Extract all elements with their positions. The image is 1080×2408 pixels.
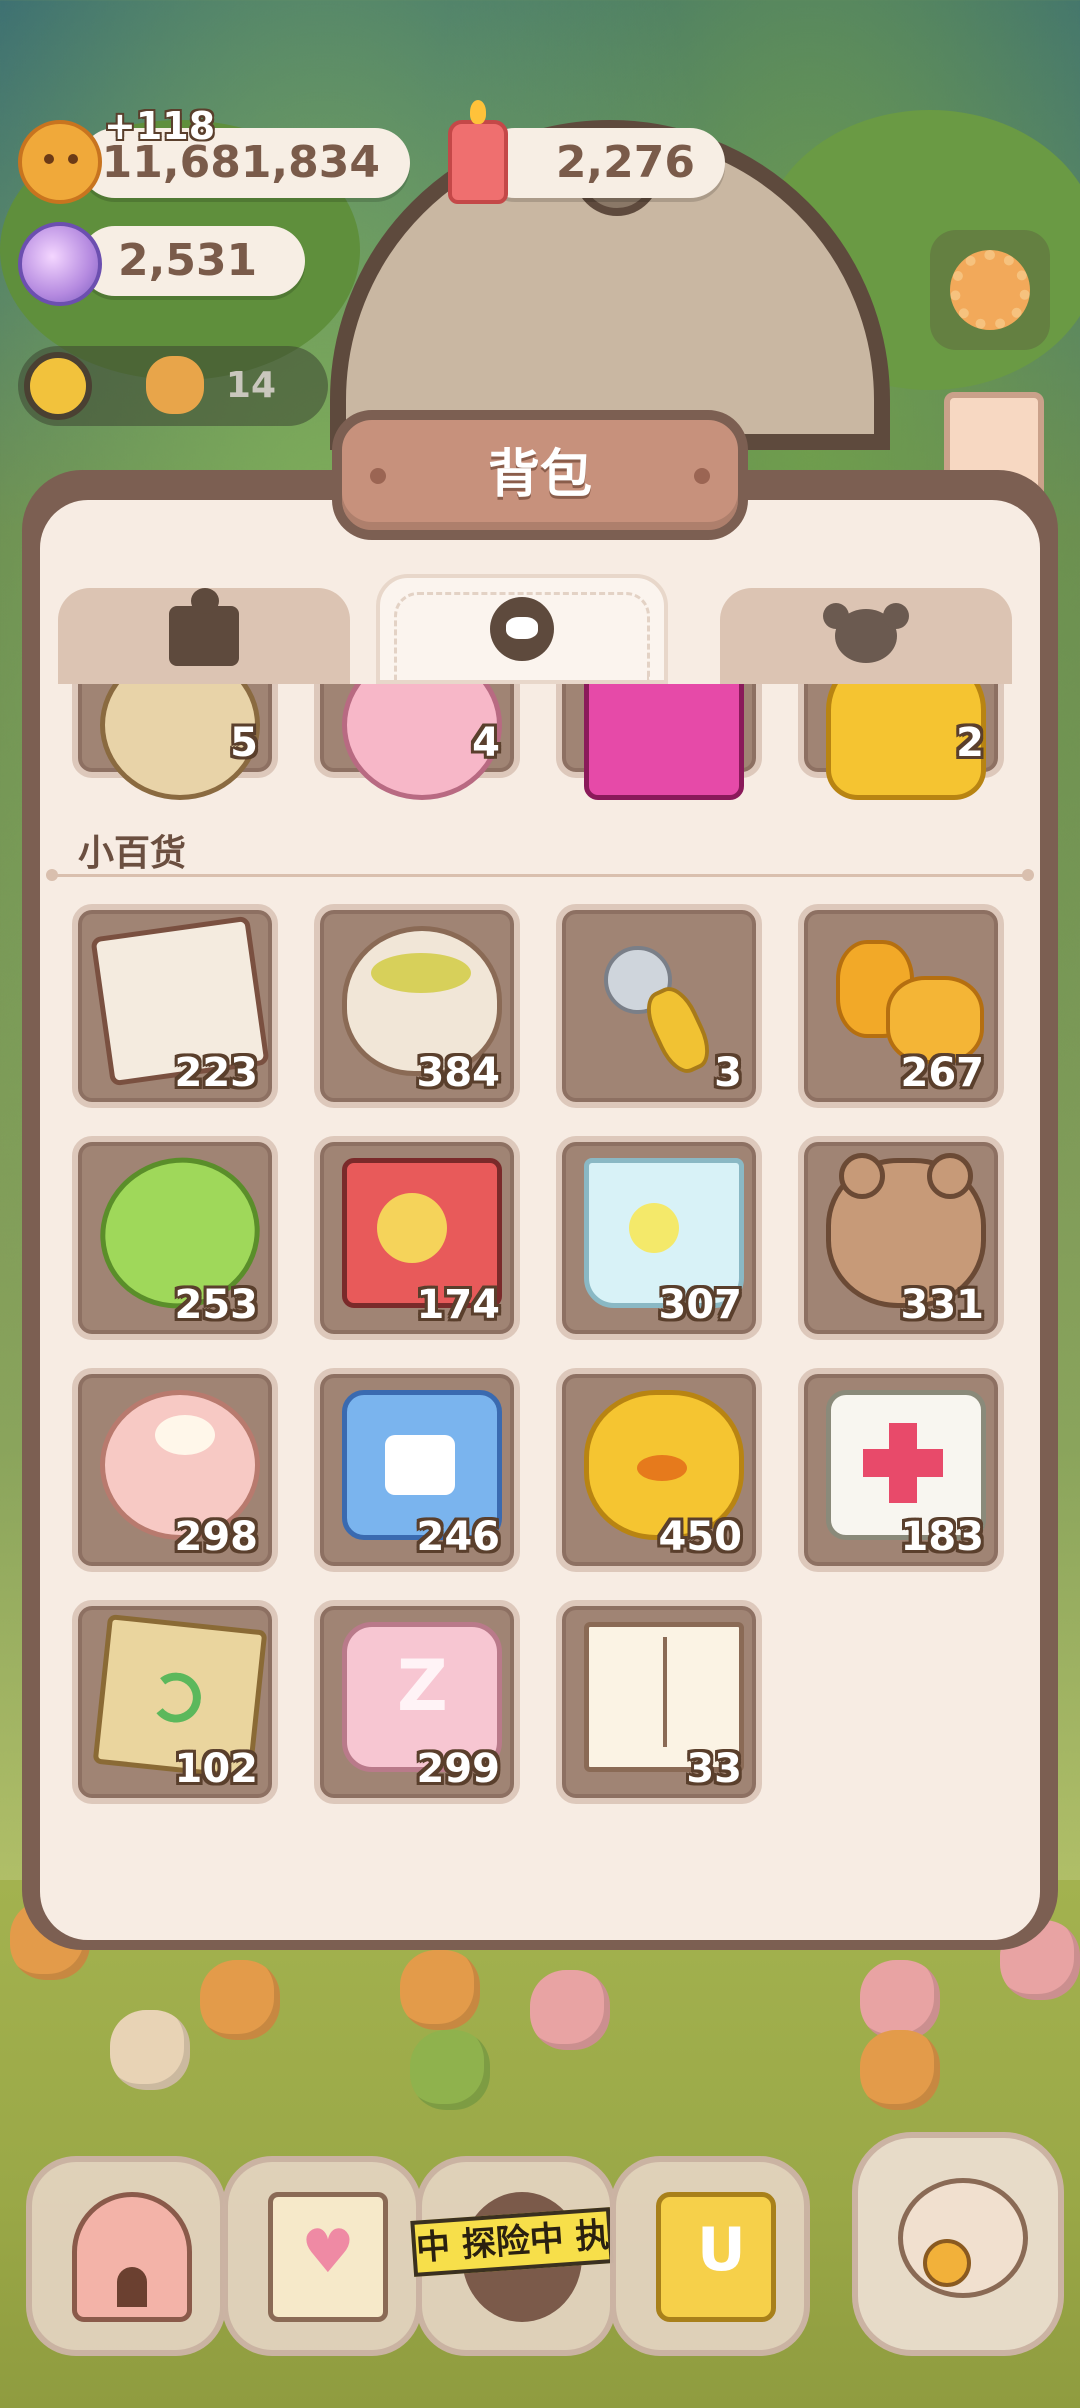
- pet-alarm-icon: [898, 2178, 1028, 2298]
- nav-pet-button[interactable]: [852, 2132, 1064, 2356]
- slippers-icon: [826, 926, 984, 1066]
- house-icon: [72, 2192, 192, 2322]
- item-count: 5: [230, 720, 258, 766]
- item-slot-lemon-water[interactable]: 307: [556, 1136, 762, 1340]
- settings-button[interactable]: [930, 230, 1050, 350]
- item-count: 307: [658, 1282, 743, 1328]
- chips-bag-icon: [584, 684, 744, 800]
- tab-pets[interactable]: [720, 588, 1012, 684]
- cookie-character-icon: [146, 356, 204, 414]
- cookie-gain-text: +118: [104, 104, 216, 148]
- gear-icon: [950, 250, 1030, 330]
- section-title: 小百货: [78, 833, 187, 874]
- cookie-character: [110, 2010, 190, 2090]
- item-slot[interactable]: [556, 684, 762, 800]
- item-count: 33: [686, 1746, 742, 1792]
- item-slot-newspaper[interactable]: 223: [72, 904, 278, 1108]
- cookie-character: [200, 1960, 280, 2040]
- notebook-icon: [268, 2192, 388, 2322]
- item-count: 3: [714, 1050, 742, 1096]
- energy-bar[interactable]: 14: [18, 346, 328, 426]
- item-count: 331: [900, 1282, 985, 1328]
- tab-items[interactable]: [58, 588, 350, 684]
- nav-shop-button[interactable]: [610, 2156, 810, 2356]
- tab-cookies[interactable]: [376, 574, 668, 684]
- candle-icon: [448, 100, 508, 204]
- item-count: 2: [956, 720, 984, 766]
- item-slot[interactable]: 5: [72, 684, 278, 800]
- item-count: 183: [900, 1514, 985, 1560]
- energy-value: 14: [225, 365, 276, 406]
- item-count: 102: [174, 1746, 259, 1792]
- cookie-character: [530, 1970, 610, 2050]
- shop-bag-icon: [656, 2192, 776, 2322]
- cookie-character: [860, 1960, 940, 2040]
- item-slot-spoon-fork[interactable]: 3: [556, 904, 762, 1108]
- item-slot-tea-cup[interactable]: 384: [314, 904, 520, 1108]
- nav-home-button[interactable]: [26, 2156, 226, 2356]
- bag-title-plate: 背包: [332, 410, 748, 540]
- item-slot-detergent[interactable]: 246: [314, 1368, 520, 1572]
- crystal-currency[interactable]: 2,531: [80, 226, 305, 296]
- nav-diary-button[interactable]: [222, 2156, 422, 2356]
- item-count: 298: [174, 1514, 259, 1560]
- item-count: 223: [174, 1050, 259, 1096]
- bag-title: 背包: [487, 445, 592, 505]
- crystal-currency-value: 2,531: [118, 235, 258, 286]
- item-slot[interactable]: 4: [314, 684, 520, 800]
- cookie-character: [860, 2030, 940, 2110]
- item-count: 450: [658, 1514, 743, 1560]
- box-icon: [169, 588, 239, 666]
- item-slot-slippers[interactable]: 267: [798, 904, 1004, 1108]
- item-slot-paper-bag[interactable]: 102: [72, 1600, 278, 1804]
- item-count: 246: [416, 1514, 501, 1560]
- cookie-character: [400, 1950, 480, 2030]
- item-slot[interactable]: 2: [798, 684, 1004, 800]
- section-divider: [46, 869, 1034, 881]
- item-slot-first-aid-kit[interactable]: 183: [798, 1368, 1004, 1572]
- item-slot-soap[interactable]: 253: [72, 1136, 278, 1340]
- crystal-icon: [18, 222, 102, 306]
- item-slot-cake[interactable]: 298: [72, 1368, 278, 1572]
- koala-icon: [823, 603, 909, 663]
- bag-tabs: [58, 574, 1024, 684]
- sun-icon: [24, 352, 92, 420]
- item-slot-magazine[interactable]: 33: [556, 1600, 762, 1804]
- item-slot-pillow[interactable]: 299: [314, 1600, 520, 1804]
- bag-item-grid[interactable]: 5 4 2 小百货 223 384 3 267 253 174 307 331 …: [40, 684, 1040, 1834]
- item-slot-duck-toy[interactable]: 450: [556, 1368, 762, 1572]
- item-count: 267: [900, 1050, 985, 1096]
- item-count: 253: [174, 1282, 259, 1328]
- item-count: 4: [472, 720, 500, 766]
- item-count: 299: [416, 1746, 501, 1792]
- item-slot-comic-book[interactable]: 174: [314, 1136, 520, 1340]
- item-count: 174: [416, 1282, 501, 1328]
- cookie-character: [410, 2030, 490, 2110]
- item-count: 384: [416, 1050, 501, 1096]
- spoon-fork-icon: [584, 926, 734, 1066]
- item-slot-teddy-bear[interactable]: 331: [798, 1136, 1004, 1340]
- candle-currency-value: 2,276: [555, 137, 695, 188]
- cookie-icon: [18, 120, 102, 204]
- candle-currency[interactable]: 2,276: [480, 128, 725, 198]
- cookie-face-icon: [490, 597, 554, 661]
